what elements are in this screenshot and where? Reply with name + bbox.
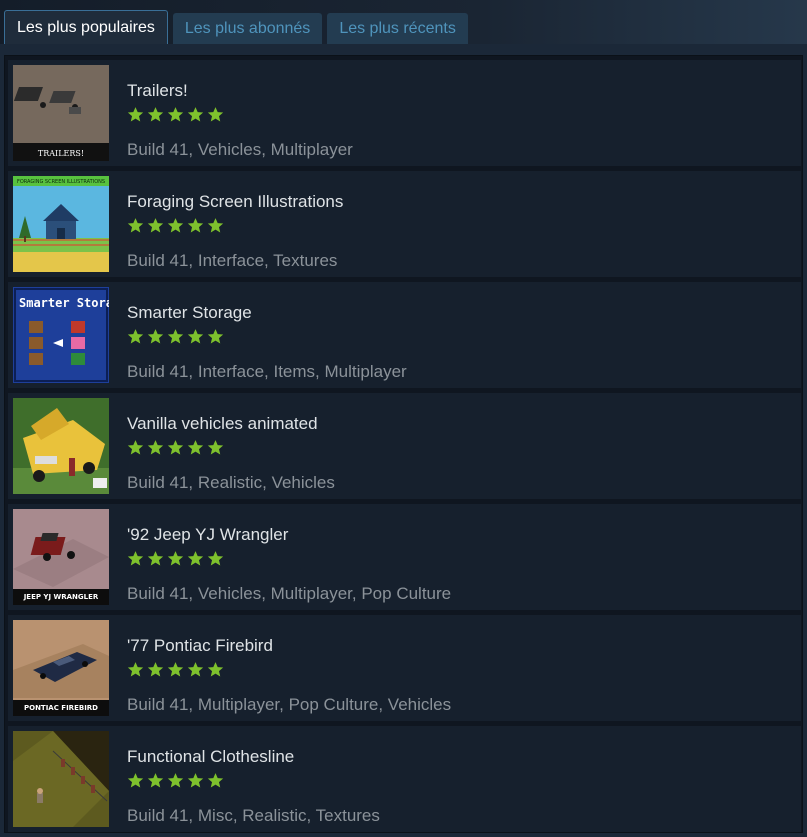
star-icon (147, 662, 164, 677)
rating-stars (127, 328, 224, 345)
item-title[interactable]: Trailers! (127, 81, 188, 101)
star-icon (187, 662, 204, 677)
svg-text:Smarter Storage: Smarter Storage (19, 296, 109, 310)
item-title[interactable]: '92 Jeep YJ Wrangler (127, 525, 288, 545)
star-icon (167, 662, 184, 677)
workshop-item[interactable]: TRAILERS! Trailers! Build 41, Vehicles, … (8, 60, 801, 166)
item-title[interactable]: Smarter Storage (127, 303, 252, 323)
item-tags: Build 41, Vehicles, Multiplayer, Pop Cul… (127, 584, 452, 603)
item-tags: Build 41, Interface, Textures (127, 251, 338, 270)
svg-text:FORAGING SCREEN ILLUSTRATIONS: FORAGING SCREEN ILLUSTRATIONS (17, 179, 105, 185)
rating-stars (127, 217, 224, 234)
tab-most-subscribed[interactable]: Les plus abonnés (172, 13, 323, 44)
workshop-item[interactable]: Functional Clothesline Build 41, Misc, R… (8, 726, 801, 832)
svg-text:PONTIAC FIREBIRD: PONTIAC FIREBIRD (24, 704, 98, 712)
workshop-item[interactable]: Vanilla vehicles animated Build 41, Real… (8, 393, 801, 499)
item-title[interactable]: '77 Pontiac Firebird (127, 636, 273, 656)
star-icon (147, 773, 164, 788)
item-thumbnail[interactable]: FORAGING SCREEN ILLUSTRATIONS (13, 176, 109, 272)
star-icon (207, 440, 224, 455)
star-icon (187, 440, 204, 455)
item-tags: Build 41, Realistic, Vehicles (127, 473, 335, 492)
rating-stars (127, 439, 224, 456)
star-icon (127, 440, 144, 455)
star-icon (207, 329, 224, 344)
star-icon (187, 551, 204, 566)
item-thumbnail[interactable]: TRAILERS! (13, 65, 109, 161)
item-thumbnail[interactable]: JEEP YJ WRANGLER (13, 509, 109, 605)
svg-text:JEEP YJ WRANGLER: JEEP YJ WRANGLER (23, 593, 99, 601)
star-icon (167, 773, 184, 788)
item-thumbnail[interactable]: PONTIAC FIREBIRD (13, 620, 109, 716)
star-icon (127, 218, 144, 233)
item-tags: Build 41, Misc, Realistic, Textures (127, 806, 380, 825)
star-icon (147, 218, 164, 233)
item-title[interactable]: Foraging Screen Illustrations (127, 192, 343, 212)
sort-tabs: Les plus populaires Les plus abonnés Les… (4, 10, 468, 44)
star-icon (207, 662, 224, 677)
item-tags: Build 41, Multiplayer, Pop Culture, Vehi… (127, 695, 452, 714)
star-icon (127, 551, 144, 566)
item-title[interactable]: Vanilla vehicles animated (127, 414, 318, 434)
svg-text:TRAILERS!: TRAILERS! (38, 149, 84, 158)
star-icon (207, 551, 224, 566)
star-icon (147, 329, 164, 344)
item-thumbnail[interactable]: Smarter Storage (13, 287, 109, 383)
rating-stars (127, 550, 224, 567)
rating-stars (127, 661, 224, 678)
star-icon (167, 329, 184, 344)
workshop-item-list: TRAILERS! Trailers! Build 41, Vehicles, … (4, 55, 803, 833)
star-icon (167, 107, 184, 122)
star-icon (207, 773, 224, 788)
star-icon (167, 551, 184, 566)
item-tags: Build 41, Vehicles, Multiplayer (127, 140, 353, 159)
star-icon (187, 329, 204, 344)
star-icon (167, 218, 184, 233)
rating-stars (127, 772, 224, 789)
star-icon (187, 773, 204, 788)
item-tags: Build 41, Interface, Items, Multiplayer (127, 362, 407, 381)
star-icon (127, 107, 144, 122)
star-icon (187, 107, 204, 122)
star-icon (147, 551, 164, 566)
tab-bar: Les plus populaires Les plus abonnés Les… (0, 0, 807, 44)
workshop-item[interactable]: FORAGING SCREEN ILLUSTRATIONS Foraging S… (8, 171, 801, 277)
star-icon (167, 440, 184, 455)
star-icon (187, 218, 204, 233)
star-icon (127, 329, 144, 344)
item-thumbnail[interactable] (13, 398, 109, 494)
workshop-item[interactable]: PONTIAC FIREBIRD '77 Pontiac Firebird Bu… (8, 615, 801, 721)
tab-most-recent[interactable]: Les plus récents (327, 13, 468, 44)
workshop-item[interactable]: Smarter Storage Smarter Storage Build 41… (8, 282, 801, 388)
star-icon (207, 107, 224, 122)
workshop-item[interactable]: JEEP YJ WRANGLER '92 Jeep YJ Wrangler Bu… (8, 504, 801, 610)
tab-most-popular[interactable]: Les plus populaires (4, 10, 168, 44)
star-icon (127, 773, 144, 788)
item-title[interactable]: Functional Clothesline (127, 747, 294, 767)
star-icon (127, 662, 144, 677)
star-icon (207, 218, 224, 233)
item-thumbnail[interactable] (13, 731, 109, 827)
rating-stars (127, 106, 224, 123)
star-icon (147, 107, 164, 122)
star-icon (147, 440, 164, 455)
